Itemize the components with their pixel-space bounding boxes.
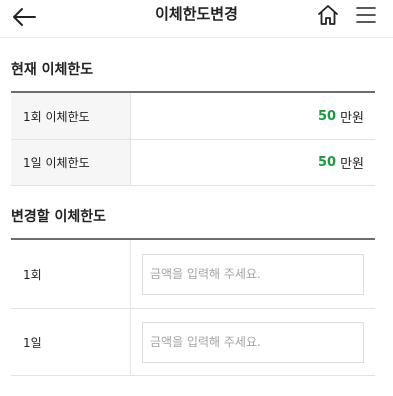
hamburger-menu-icon[interactable] — [355, 4, 377, 26]
row-input-cell — [131, 309, 375, 375]
row-value: 50 만원 — [131, 93, 375, 139]
row-label: 1일 — [11, 309, 131, 375]
current-limit-title: 현재 이체한도 — [11, 62, 94, 78]
limit-unit: 만원 — [340, 110, 364, 126]
limit-amount: 50 — [317, 155, 337, 170]
change-limit-table: 1회 1일 — [11, 238, 375, 376]
limit-amount: 50 — [317, 108, 337, 124]
row-label: 1회 이체한도 — [11, 93, 131, 139]
change-limit-row-per-transfer: 1회 — [11, 240, 375, 309]
row-label: 1일 이체한도 — [11, 140, 131, 185]
row-input-cell — [131, 240, 375, 308]
change-limit-title: 변경할 이체한도 — [11, 209, 107, 225]
per-transfer-amount-input[interactable] — [142, 253, 364, 295]
row-value: 50 만원 — [131, 140, 375, 185]
current-limit-table: 1회 이체한도 50 만원 1일 이체한도 50 만원 — [11, 91, 375, 186]
current-limit-row-per-day: 1일 이체한도 50 만원 — [11, 140, 375, 186]
app-header: 이체한도변경 — [0, 0, 393, 38]
per-day-amount-input[interactable] — [142, 321, 364, 363]
row-label: 1회 — [11, 240, 131, 308]
home-icon[interactable] — [316, 3, 340, 27]
change-limit-row-per-day: 1일 — [11, 309, 375, 376]
current-limit-row-per-transfer: 1회 이체한도 50 만원 — [11, 93, 375, 140]
limit-unit: 만원 — [340, 157, 364, 172]
